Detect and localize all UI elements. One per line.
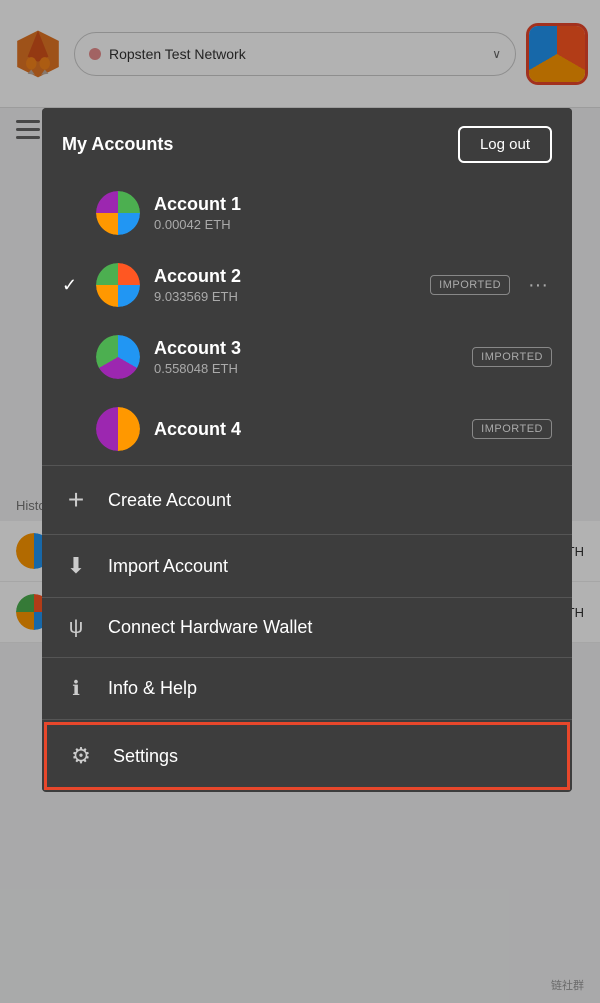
create-account-icon: +	[62, 484, 90, 516]
menu-items-list: + Create Account ⬇ Import Account ψ Conn…	[42, 466, 572, 790]
account-4-avatar	[96, 407, 140, 451]
logout-button[interactable]: Log out	[458, 126, 552, 163]
connect-hardware-icon: ψ	[62, 616, 90, 639]
info-help-menu-item[interactable]: ℹ Info & Help	[42, 658, 572, 720]
account-2-info: Account 2 9.033569 ETH	[154, 266, 416, 304]
account-2-imported-badge: IMPORTED	[430, 275, 510, 295]
info-help-icon: ℹ	[62, 676, 90, 701]
account-4-name: Account 4	[154, 419, 458, 440]
account-3-balance: 0.558048 ETH	[154, 361, 458, 376]
account-item-2[interactable]: ✓ Account 2 9.033569 ETH IMPORTED ···	[42, 249, 572, 321]
account-2-avatar	[96, 263, 140, 307]
import-account-icon: ⬇	[62, 553, 90, 579]
account-2-more-button[interactable]: ···	[524, 270, 552, 301]
settings-icon: ⚙	[67, 743, 95, 769]
accounts-dropdown-panel: My Accounts Log out Account 1 0.00042 ET…	[42, 108, 572, 792]
account-2-check: ✓	[62, 275, 82, 296]
connect-hardware-label: Connect Hardware Wallet	[108, 617, 312, 638]
panel-title: My Accounts	[62, 134, 173, 155]
account-item-4[interactable]: Account 4 IMPORTED	[42, 393, 572, 466]
accounts-list: Account 1 0.00042 ETH ✓ Account 2 9.0335…	[42, 177, 572, 466]
account-4-info: Account 4	[154, 419, 458, 440]
account-1-info: Account 1 0.00042 ETH	[154, 194, 552, 232]
account-3-name: Account 3	[154, 338, 458, 359]
account-3-avatar	[96, 335, 140, 379]
account-2-balance: 9.033569 ETH	[154, 289, 416, 304]
create-account-menu-item[interactable]: + Create Account	[42, 466, 572, 535]
account-1-name: Account 1	[154, 194, 552, 215]
account-item-1[interactable]: Account 1 0.00042 ETH	[42, 177, 572, 249]
account-3-imported-badge: IMPORTED	[472, 347, 552, 367]
account-4-imported-badge: IMPORTED	[472, 419, 552, 439]
import-account-label: Import Account	[108, 556, 228, 577]
account-1-balance: 0.00042 ETH	[154, 217, 552, 232]
account-2-name: Account 2	[154, 266, 416, 287]
connect-hardware-menu-item[interactable]: ψ Connect Hardware Wallet	[42, 598, 572, 658]
panel-header: My Accounts Log out	[42, 108, 572, 177]
account-1-avatar	[96, 191, 140, 235]
account-item-3[interactable]: Account 3 0.558048 ETH IMPORTED	[42, 321, 572, 393]
settings-label: Settings	[113, 746, 178, 767]
import-account-menu-item[interactable]: ⬇ Import Account	[42, 535, 572, 598]
create-account-label: Create Account	[108, 490, 231, 511]
settings-menu-item[interactable]: ⚙ Settings	[44, 722, 570, 790]
info-help-label: Info & Help	[108, 678, 197, 699]
account-3-info: Account 3 0.558048 ETH	[154, 338, 458, 376]
